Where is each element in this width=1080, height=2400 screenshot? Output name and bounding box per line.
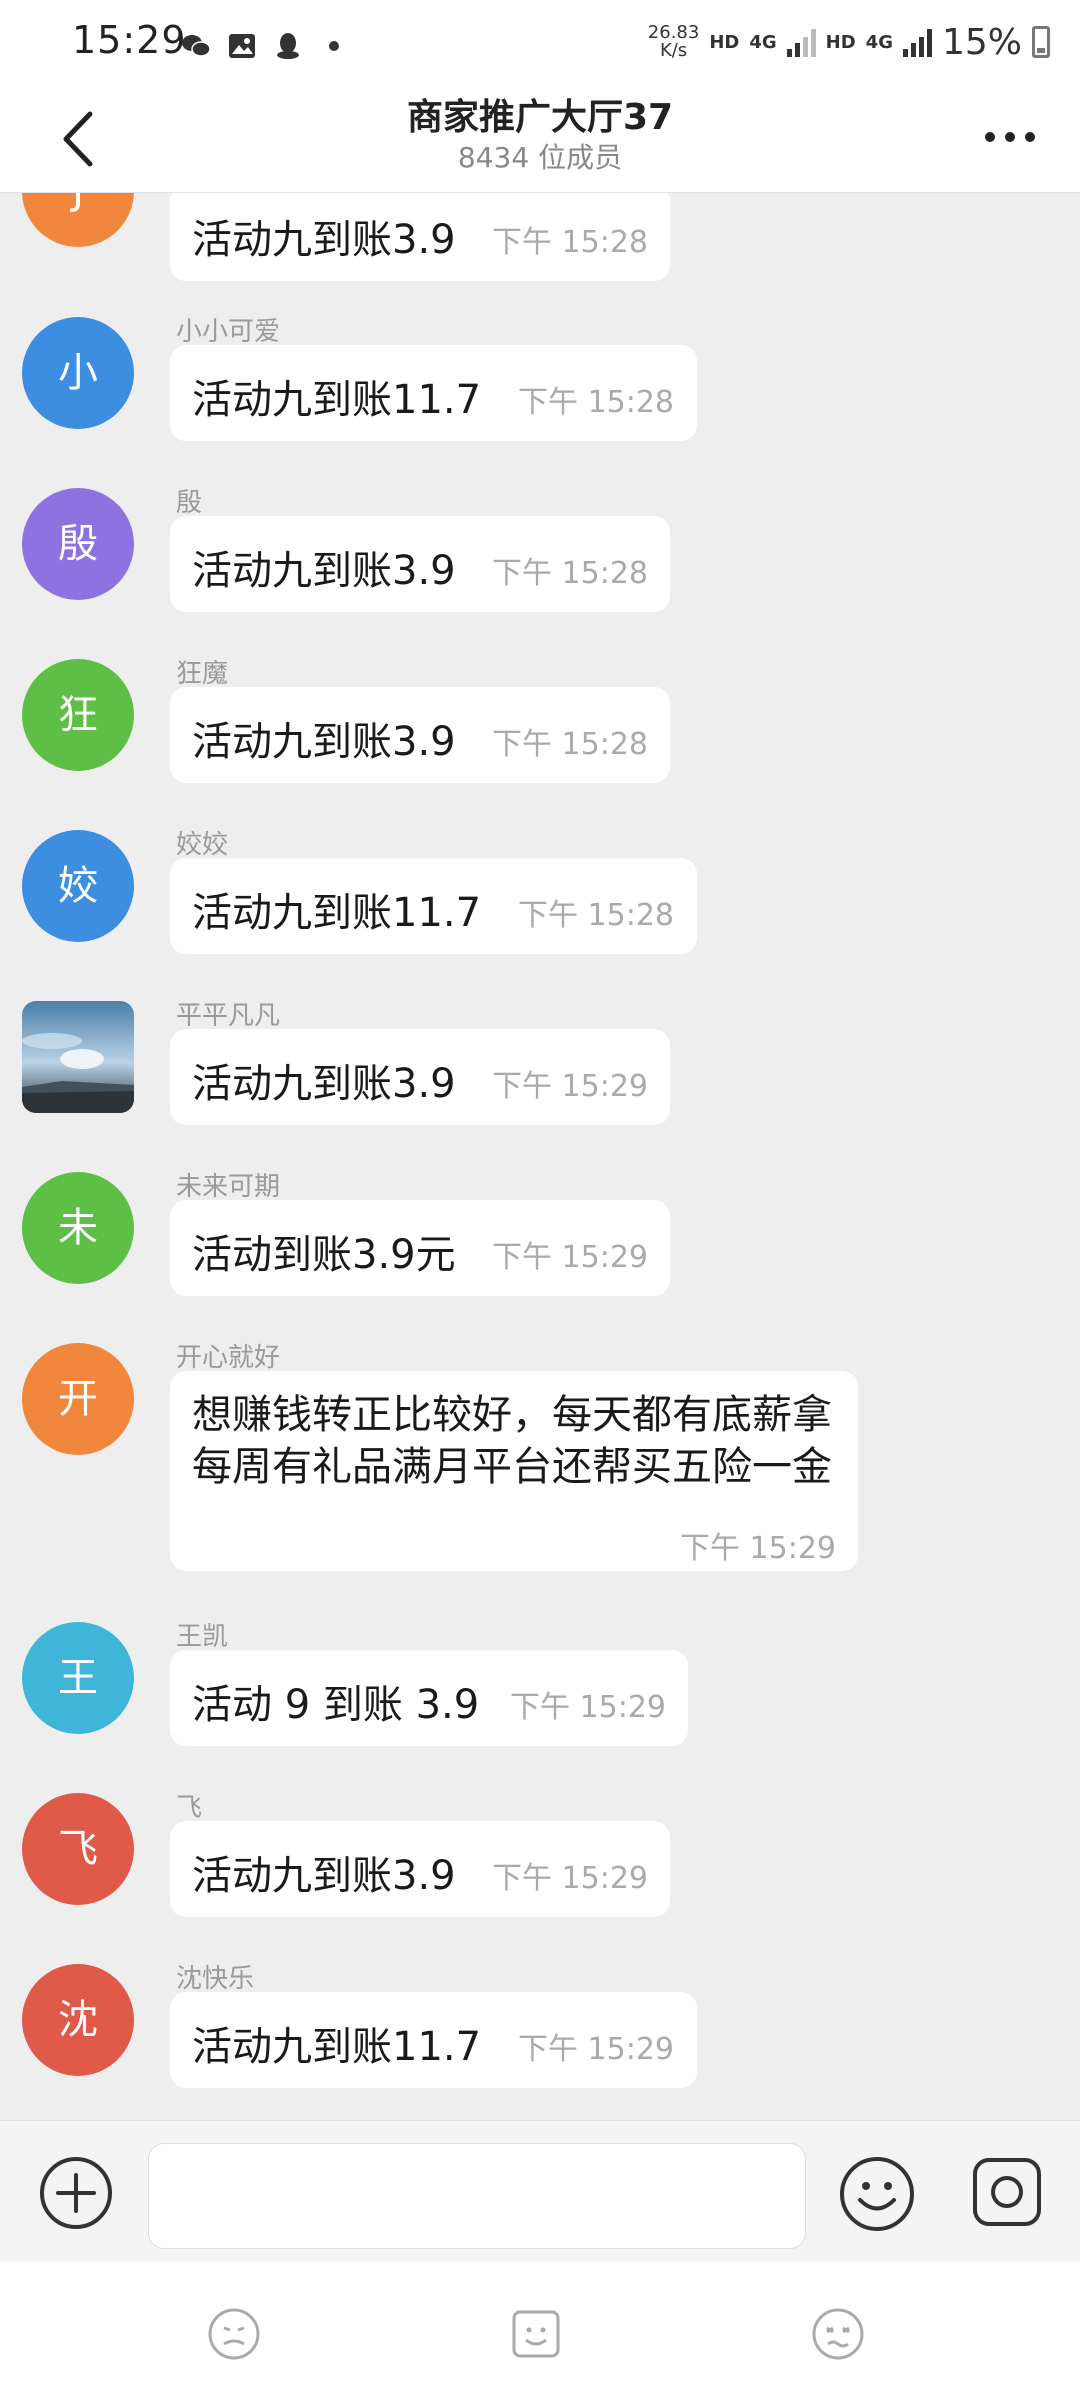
message-text: 活动九到账11.7 bbox=[192, 2024, 482, 2070]
message-item: J 活动九到账3.9 下午 15:28 bbox=[0, 193, 1080, 293]
message-item: 未 未来可期 活动到账3.9元 下午 15:29 bbox=[0, 1172, 1080, 1332]
message-time: 下午 15:28 bbox=[492, 556, 648, 591]
message-item: 殷 殷 活动九到账3.9 下午 15:28 bbox=[0, 488, 1080, 648]
message-item: 小 小小可爱 活动九到账11.7 下午 15:28 bbox=[0, 317, 1080, 477]
speed-unit: K/s bbox=[659, 40, 688, 61]
chat-title: 商家推广大厅37 bbox=[406, 97, 674, 138]
message-input[interactable] bbox=[148, 2143, 806, 2249]
message-item: 平平凡凡 活动九到账3.9 下午 15:29 bbox=[0, 1001, 1080, 1161]
sender-name: 姣姣 bbox=[176, 830, 229, 860]
message-time: 下午 15:28 bbox=[518, 385, 674, 420]
message-time: 下午 15:28 bbox=[492, 225, 648, 260]
message-text: 活动九到账11.7 bbox=[192, 890, 482, 936]
message-time: 下午 15:29 bbox=[680, 1531, 836, 1566]
message-bubble[interactable]: 活动九到账11.7 下午 15:28 bbox=[170, 858, 697, 954]
message-time: 下午 15:28 bbox=[492, 727, 648, 762]
sender-name: 沈快乐 bbox=[176, 1964, 255, 1994]
avatar[interactable]: 开 bbox=[22, 1343, 134, 1455]
wechat-icon bbox=[182, 35, 211, 57]
gallery-icon bbox=[229, 34, 255, 58]
message-text: 活动到账3.9元 bbox=[192, 1232, 456, 1278]
status-right-group: 26.83 K/s HD 4G HD 4G 15% bbox=[648, 18, 1050, 66]
member-count: 8434 位成员 bbox=[457, 141, 623, 174]
qq-icon bbox=[277, 33, 299, 59]
message-text: 活动 9 到账 3.9 bbox=[192, 1682, 480, 1728]
message-item: 姣 姣姣 活动九到账11.7 下午 15:28 bbox=[0, 830, 1080, 990]
sticker-bar bbox=[0, 2262, 1080, 2400]
camera-icon[interactable] bbox=[970, 2155, 1044, 2229]
status-bar: 15:29 26.83 K/s HD 4G HD 4G 15% bbox=[0, 0, 1080, 84]
message-time: 下午 15:29 bbox=[510, 1690, 666, 1725]
network-speed: 26.83 K/s bbox=[648, 24, 700, 60]
more-options-icon[interactable] bbox=[980, 122, 1040, 152]
avatar[interactable]: 飞 bbox=[22, 1793, 134, 1905]
hd-label-2: HD bbox=[825, 31, 856, 53]
avatar[interactable]: 小 bbox=[22, 317, 134, 429]
message-text: 活动九到账3.9 bbox=[192, 1061, 456, 1107]
message-bubble[interactable]: 想赚钱转正比较好，每天都有底薪拿每周有礼品满月平台还帮买五险一金 下午 15:2… bbox=[170, 1371, 858, 1571]
emoji-icon[interactable] bbox=[838, 2155, 916, 2233]
signal-icon-1 bbox=[786, 27, 816, 57]
message-text: 活动九到账3.9 bbox=[192, 1853, 456, 1899]
avatar[interactable]: 殷 bbox=[22, 488, 134, 600]
message-time: 下午 15:29 bbox=[518, 2032, 674, 2067]
sender-name: 殷 bbox=[176, 488, 203, 518]
message-bubble[interactable]: 活动九到账11.7 下午 15:29 bbox=[170, 1992, 697, 2088]
avatar[interactable]: 姣 bbox=[22, 830, 134, 942]
dot-icon bbox=[329, 41, 339, 51]
message-input-bar bbox=[0, 2120, 1080, 2263]
hd-label-1: HD bbox=[709, 31, 740, 53]
message-time: 下午 15:29 bbox=[492, 1240, 648, 1275]
avatar[interactable]: 未 bbox=[22, 1172, 134, 1284]
avatar[interactable]: 狂 bbox=[22, 659, 134, 771]
sender-name: 未来可期 bbox=[176, 1172, 281, 1202]
network-type-2: 4G bbox=[865, 31, 893, 53]
message-time: 下午 15:29 bbox=[492, 1861, 648, 1896]
message-bubble[interactable]: 活动九到账3.9 下午 15:28 bbox=[170, 193, 670, 281]
avatar-photo[interactable] bbox=[22, 1001, 134, 1113]
avatar[interactable]: 王 bbox=[22, 1622, 134, 1734]
plus-icon[interactable] bbox=[38, 2155, 114, 2231]
message-item: 王 王凯 活动 9 到账 3.9 下午 15:29 bbox=[0, 1622, 1080, 1782]
message-list[interactable]: J 活动九到账3.9 下午 15:28 小 小小可爱 活动九到账11.7 下午 … bbox=[0, 193, 1080, 2118]
network-type-1: 4G bbox=[749, 31, 777, 53]
battery-percent: 15% bbox=[941, 21, 1022, 63]
sticker-face-icon[interactable] bbox=[206, 2306, 262, 2362]
signal-icon-2 bbox=[902, 27, 932, 57]
message-item: 沈 沈快乐 活动九到账11.7 下午 15:29 bbox=[0, 1964, 1080, 2118]
message-item: 开 开心就好 想赚钱转正比较好，每天都有底薪拿每周有礼品满月平台还帮买五险一金 … bbox=[0, 1343, 1080, 1603]
battery-icon bbox=[1032, 26, 1050, 58]
message-bubble[interactable]: 活动九到账3.9 下午 15:28 bbox=[170, 516, 670, 612]
sticker-box-icon[interactable] bbox=[508, 2306, 564, 2362]
message-bubble[interactable]: 活动九到账3.9 下午 15:28 bbox=[170, 687, 670, 783]
status-time: 15:29 bbox=[72, 18, 187, 62]
avatar[interactable]: 沈 bbox=[22, 1964, 134, 2076]
sender-name: 飞 bbox=[176, 1793, 203, 1823]
message-text: 活动九到账3.9 bbox=[192, 548, 456, 594]
sticker-dizzy-icon[interactable] bbox=[810, 2306, 866, 2362]
message-bubble[interactable]: 活动到账3.9元 下午 15:29 bbox=[170, 1200, 670, 1296]
message-text: 想赚钱转正比较好，每天都有底薪拿每周有礼品满月平台还帮买五险一金 bbox=[192, 1392, 832, 1490]
message-text: 活动九到账3.9 bbox=[192, 719, 456, 765]
sky-photo-image bbox=[22, 1001, 134, 1113]
chat-header: 商家推广大厅37 8434 位成员 bbox=[0, 84, 1080, 193]
message-text: 活动九到账3.9 bbox=[192, 217, 456, 263]
message-time: 下午 15:28 bbox=[518, 898, 674, 933]
message-time: 下午 15:29 bbox=[492, 1069, 648, 1104]
sender-name: 狂魔 bbox=[176, 659, 229, 689]
message-item: 狂 狂魔 活动九到账3.9 下午 15:28 bbox=[0, 659, 1080, 819]
avatar[interactable]: J bbox=[22, 193, 134, 247]
sender-name: 小小可爱 bbox=[176, 317, 281, 347]
message-item: 飞 飞 活动九到账3.9 下午 15:29 bbox=[0, 1793, 1080, 1953]
message-bubble[interactable]: 活动九到账3.9 下午 15:29 bbox=[170, 1821, 670, 1917]
sender-name: 王凯 bbox=[176, 1622, 229, 1652]
message-bubble[interactable]: 活动九到账11.7 下午 15:28 bbox=[170, 345, 697, 441]
message-bubble[interactable]: 活动九到账3.9 下午 15:29 bbox=[170, 1029, 670, 1125]
message-text: 活动九到账11.7 bbox=[192, 377, 482, 423]
message-bubble[interactable]: 活动 9 到账 3.9 下午 15:29 bbox=[170, 1650, 688, 1746]
status-notification-icons bbox=[180, 26, 350, 66]
sender-name: 开心就好 bbox=[176, 1343, 281, 1373]
sender-name: 平平凡凡 bbox=[176, 1001, 281, 1031]
